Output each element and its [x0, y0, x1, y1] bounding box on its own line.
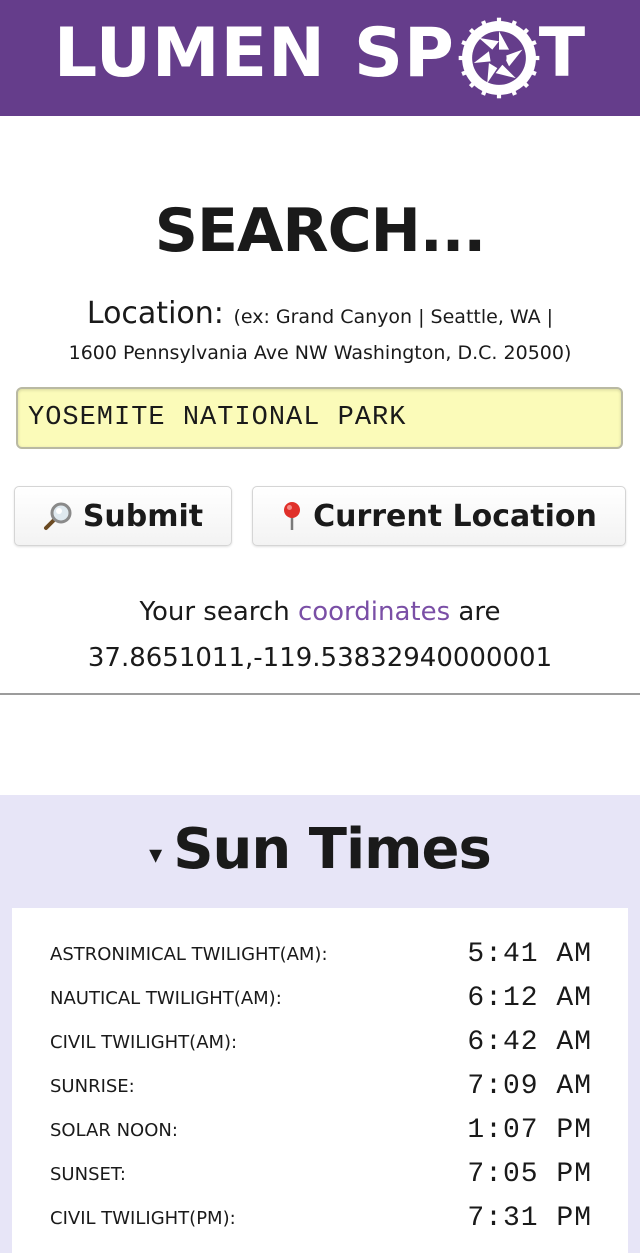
coordinates-suffix: are [458, 597, 501, 627]
sun-time-value: 6:12 AM [467, 983, 592, 1014]
magnifier-icon [43, 501, 73, 531]
location-example-2: 1600 Pennsylvania Ave NW Washington, D.C… [68, 342, 572, 364]
aperture-icon [458, 17, 540, 99]
section-divider [0, 693, 640, 695]
coordinates-prefix: Your search [139, 597, 290, 627]
sun-time-row: SUNRISE: 7:09 AM [12, 1065, 628, 1109]
sun-time-label: CIVIL TWILIGHT(PM): [50, 1208, 236, 1229]
coordinates-link[interactable]: coordinates [298, 597, 450, 627]
logo-word-lumen: LUMEN [53, 14, 326, 93]
location-input[interactable] [16, 387, 623, 449]
sun-times-card: ASTRONIMICAL TWILIGHT(AM): 5:41 AM NAUTI… [12, 908, 628, 1253]
submit-label: Submit [82, 498, 204, 534]
search-title: SEARCH... [154, 196, 486, 266]
current-location-button[interactable]: Current Location [252, 486, 626, 546]
sun-time-row: CIVIL TWILIGHT(PM): 7:31 PM [12, 1197, 628, 1241]
current-location-label: Current Location [313, 498, 597, 534]
sun-time-value: 7:31 PM [467, 1203, 592, 1234]
sun-time-value: 1:07 PM [467, 1115, 592, 1146]
sun-time-row: SOLAR NOON: 1:07 PM [12, 1109, 628, 1153]
sun-time-label: ASTRONIMICAL TWILIGHT(AM): [50, 944, 328, 965]
logo-word-sp: SP [353, 14, 455, 93]
lumen-spot-logo[interactable]: LUMEN SP T [53, 12, 587, 99]
location-example-1: (ex: Grand Canyon | Seattle, WA | [233, 306, 554, 328]
coordinates-text: Your search coordinates are [0, 597, 640, 627]
sun-time-value: 7:05 PM [467, 1159, 592, 1190]
sun-time-label: CIVIL TWILIGHT(AM): [50, 1032, 238, 1053]
sun-time-label: SUNSET: [50, 1164, 126, 1185]
sun-time-row: NAUTICAL TWILIGHT(AM): 6:12 AM [12, 977, 628, 1021]
sun-time-label: SOLAR NOON: [50, 1120, 178, 1141]
sun-times-title: Sun Times [173, 817, 492, 882]
site-header: LUMEN SP T [0, 0, 640, 116]
sun-time-label: SUNRISE: [50, 1076, 135, 1097]
logo-word-t: T [538, 14, 587, 93]
sun-time-value: 6:42 AM [467, 1027, 592, 1058]
sun-time-row: ASTRONIMICAL TWILIGHT(AM): 5:41 AM [12, 933, 628, 977]
location-label: Location: [86, 296, 224, 331]
coordinates-value: 37.8651011,-119.53832940000001 [87, 643, 553, 673]
submit-button[interactable]: Submit [14, 486, 232, 546]
collapse-triangle-icon[interactable]: ▾ [149, 840, 162, 870]
sun-time-row: SUNSET: 7:05 PM [12, 1153, 628, 1197]
pin-icon [281, 500, 303, 532]
sun-time-value: 5:41 AM [467, 939, 592, 970]
location-label-row: Location: (ex: Grand Canyon | Seattle, W… [0, 296, 640, 331]
sun-time-label: NAUTICAL TWILIGHT(AM): [50, 988, 282, 1009]
sun-time-row: CIVIL TWILIGHT(AM): 6:42 AM [12, 1021, 628, 1065]
sun-times-section: ▾ Sun Times ASTRONIMICAL TWILIGHT(AM): 5… [0, 795, 640, 1253]
sun-times-header[interactable]: ▾ Sun Times [0, 817, 640, 882]
sun-time-value: 7:09 AM [467, 1071, 592, 1102]
